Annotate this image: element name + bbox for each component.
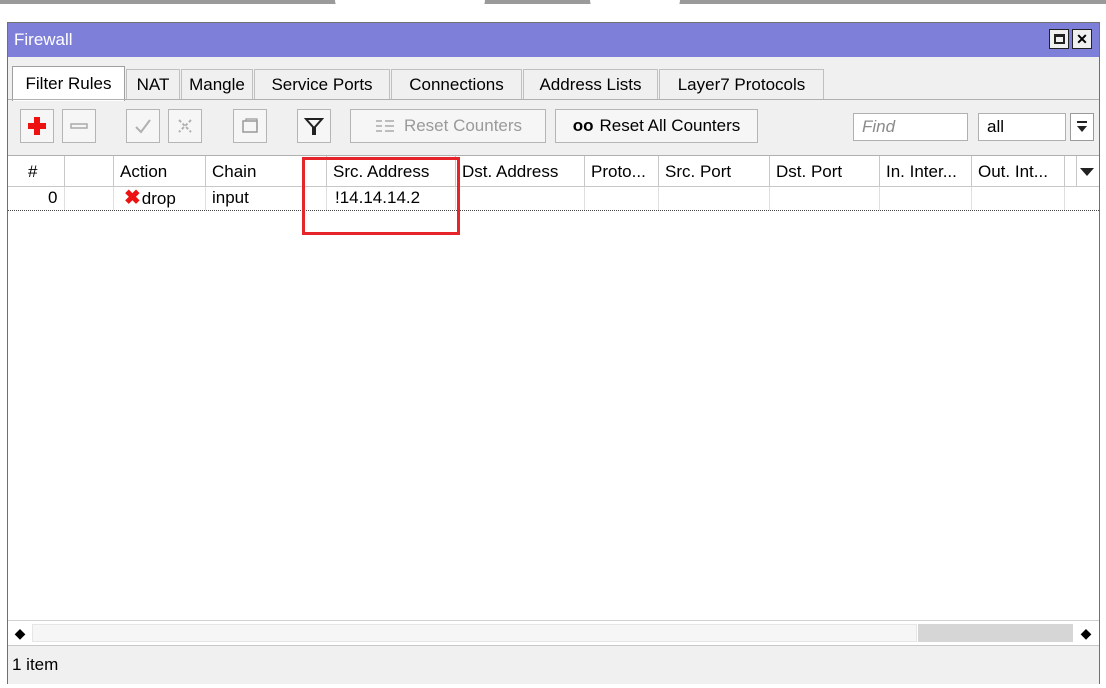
cell-action: ✖drop bbox=[114, 187, 206, 210]
enable-button[interactable] bbox=[126, 109, 160, 143]
filter-select[interactable]: all bbox=[978, 113, 1066, 141]
reset-counters-button[interactable]: Reset Counters bbox=[350, 109, 546, 143]
tab-label: Connections bbox=[409, 75, 504, 94]
x-icon bbox=[178, 119, 192, 133]
item-count: 1 item bbox=[12, 655, 59, 674]
tab-label: Layer7 Protocols bbox=[677, 75, 806, 94]
tab-layer7-protocols[interactable]: Layer7 Protocols bbox=[659, 69, 824, 100]
plus-icon bbox=[28, 117, 46, 135]
tab-service-ports[interactable]: Service Ports bbox=[254, 69, 390, 100]
comment-button[interactable] bbox=[233, 109, 267, 143]
tab-mangle[interactable]: Mangle bbox=[181, 69, 253, 100]
chevron-down-icon bbox=[1080, 168, 1094, 176]
cell-dst-address bbox=[456, 187, 585, 210]
close-icon: ✕ bbox=[1076, 31, 1088, 47]
firewall-window: Firewall ✕ Filter Rules NAT Mangle Servi… bbox=[7, 22, 1100, 684]
restore-icon bbox=[1053, 34, 1065, 44]
scroll-track[interactable] bbox=[918, 624, 1073, 642]
status-bar: 1 item bbox=[8, 645, 1099, 684]
rules-table: # Action Chain Src. Address Dst. Address… bbox=[8, 155, 1099, 621]
tab-nat[interactable]: NAT bbox=[126, 69, 180, 100]
tab-label: NAT bbox=[136, 75, 170, 94]
filter-dropdown-button[interactable] bbox=[1070, 113, 1094, 141]
comment-icon bbox=[242, 118, 258, 133]
find-input[interactable]: Find bbox=[853, 113, 968, 141]
tab-label: Mangle bbox=[189, 75, 245, 94]
reset-counters-label: Reset Counters bbox=[403, 116, 523, 135]
table-header: # Action Chain Src. Address Dst. Address… bbox=[8, 156, 1099, 187]
chevron-down-icon bbox=[1077, 121, 1087, 132]
table-row[interactable]: 0 ✖drop input !14.14.14.2 bbox=[8, 187, 1099, 211]
tab-label: Address Lists bbox=[539, 75, 642, 94]
window-title: Firewall bbox=[14, 30, 73, 49]
scroll-right-arrow-icon[interactable]: ◆ bbox=[1074, 621, 1098, 645]
col-out-interface[interactable]: Out. Int... bbox=[972, 156, 1065, 186]
tab-filter-rules[interactable]: Filter Rules bbox=[12, 66, 125, 101]
top-edge bbox=[0, 0, 1106, 14]
cell-dst-port bbox=[770, 187, 880, 210]
cell-more bbox=[1065, 187, 1099, 210]
tab-label: Filter Rules bbox=[25, 74, 112, 93]
tab-connections[interactable]: Connections bbox=[391, 69, 522, 100]
cell-number: 0 bbox=[8, 187, 65, 210]
funnel-icon bbox=[304, 118, 324, 135]
col-flags[interactable] bbox=[65, 156, 114, 186]
reset-all-icon: oo bbox=[572, 116, 594, 135]
col-dst-address[interactable]: Dst. Address bbox=[456, 156, 585, 186]
cell-src-port bbox=[659, 187, 770, 210]
col-src-port[interactable]: Src. Port bbox=[659, 156, 770, 186]
close-button[interactable]: ✕ bbox=[1072, 29, 1092, 49]
reset-all-counters-button[interactable]: oo Reset All Counters bbox=[555, 109, 758, 143]
disable-button[interactable] bbox=[168, 109, 202, 143]
horizontal-scrollbar[interactable]: ◆ ◆ bbox=[8, 620, 1099, 645]
cell-protocol bbox=[585, 187, 659, 210]
columns-menu-button[interactable] bbox=[1077, 156, 1099, 186]
col-in-interface[interactable]: In. Inter... bbox=[880, 156, 972, 186]
add-button[interactable] bbox=[20, 109, 54, 143]
tab-label: Service Ports bbox=[271, 75, 373, 94]
highlight-box bbox=[302, 157, 460, 235]
col-protocol[interactable]: Proto... bbox=[585, 156, 659, 186]
tab-address-lists[interactable]: Address Lists bbox=[523, 69, 658, 100]
scroll-left-arrow-icon[interactable]: ◆ bbox=[8, 621, 32, 645]
restore-button[interactable] bbox=[1049, 29, 1069, 49]
reset-all-counters-label: Reset All Counters bbox=[599, 116, 741, 135]
action-text: drop bbox=[141, 189, 176, 208]
cell-flags bbox=[65, 187, 114, 210]
col-number[interactable]: # bbox=[8, 156, 65, 186]
filter-button[interactable] bbox=[297, 109, 331, 143]
tab-divider bbox=[8, 99, 1099, 100]
remove-button[interactable] bbox=[62, 109, 96, 143]
toolbar: Reset Counters oo Reset All Counters Fin… bbox=[8, 109, 1099, 143]
col-action[interactable]: Action bbox=[114, 156, 206, 186]
cell-out-interface bbox=[972, 187, 1065, 210]
check-icon bbox=[135, 119, 151, 134]
col-dst-port[interactable]: Dst. Port bbox=[770, 156, 880, 186]
minus-icon bbox=[70, 123, 88, 129]
scroll-thumb[interactable] bbox=[32, 624, 917, 642]
cell-in-interface bbox=[880, 187, 972, 210]
col-more[interactable] bbox=[1065, 156, 1077, 186]
title-bar: Firewall ✕ bbox=[8, 23, 1099, 57]
reset-icon bbox=[375, 120, 394, 132]
drop-icon: ✖ bbox=[124, 187, 141, 209]
